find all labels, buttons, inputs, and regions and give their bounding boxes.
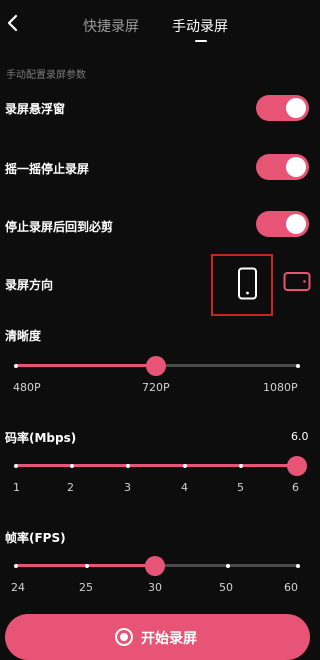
chevron-left-icon — [7, 14, 18, 32]
orientation-label: 录屏方向 — [5, 278, 54, 292]
bitrate-slider-fill — [15, 464, 299, 467]
framerate-label: 帧率(FPS) — [5, 531, 66, 545]
shake-stop-toggle[interactable] — [256, 154, 309, 180]
resolution-slider-fill — [15, 364, 157, 367]
slider-dot — [296, 363, 300, 368]
start-recording-button[interactable]: 开始录屏 — [5, 614, 310, 660]
bitrate-label: 码率(Mbps) — [5, 431, 77, 445]
framerate-slider[interactable] — [14, 555, 300, 576]
slider-dot — [183, 463, 187, 468]
portrait-option[interactable] — [236, 267, 260, 301]
tab-manual-record[interactable]: 手动录屏 — [172, 16, 228, 36]
bitrate-value: 6.0 — [291, 430, 309, 443]
toggle-knob — [286, 214, 306, 234]
record-icon — [114, 627, 134, 647]
resolution-slider[interactable] — [14, 355, 300, 376]
floating-window-label: 录屏悬浮窗 — [5, 102, 66, 116]
slider-dot — [14, 563, 18, 568]
shake-stop-label: 摇一摇停止录屏 — [5, 162, 90, 176]
return-to-app-toggle[interactable] — [256, 211, 309, 237]
bitrate-tick: 6 — [292, 481, 299, 494]
tab-quick-record[interactable]: 快捷录屏 — [83, 16, 139, 36]
framerate-tick: 24 — [11, 581, 25, 594]
bitrate-tick: 1 — [13, 481, 20, 494]
framerate-slider-thumb[interactable] — [145, 555, 165, 576]
bitrate-tick: 5 — [237, 481, 244, 494]
return-to-app-label: 停止录屏后回到必剪 — [5, 220, 114, 234]
resolution-tick: 1080P — [263, 381, 298, 394]
slider-dot — [14, 363, 18, 368]
toggle-knob — [286, 98, 306, 118]
floating-window-toggle[interactable] — [256, 95, 309, 121]
resolution-slider-thumb[interactable] — [146, 355, 166, 376]
slider-dot — [14, 463, 18, 468]
bitrate-slider-thumb[interactable] — [287, 455, 307, 476]
portrait-phone-icon — [238, 267, 257, 300]
resolution-label: 清晰度 — [5, 329, 42, 343]
bitrate-tick: 3 — [124, 481, 131, 494]
framerate-tick: 50 — [219, 581, 233, 594]
bitrate-tick: 2 — [67, 481, 74, 494]
bitrate-slider[interactable] — [14, 455, 307, 476]
start-recording-label: 开始录屏 — [141, 631, 197, 647]
slider-dot — [70, 463, 74, 468]
slider-dot — [226, 563, 230, 568]
bitrate-tick: 4 — [181, 481, 188, 494]
slider-dot — [85, 563, 89, 568]
resolution-tick: 480P — [13, 381, 41, 394]
framerate-tick: 60 — [284, 581, 298, 594]
framerate-tick: 25 — [79, 581, 93, 594]
landscape-phone-icon — [283, 272, 311, 291]
toggle-knob — [286, 157, 306, 177]
slider-dot — [296, 563, 300, 568]
slider-dot — [239, 463, 243, 468]
slider-dot — [126, 463, 130, 468]
section-title: 手动配置录屏参数 — [6, 70, 86, 81]
landscape-option[interactable] — [283, 271, 311, 293]
resolution-tick: 720P — [142, 381, 170, 394]
back-button[interactable] — [6, 14, 22, 34]
framerate-tick: 30 — [148, 581, 162, 594]
tab-active-indicator — [195, 40, 207, 42]
